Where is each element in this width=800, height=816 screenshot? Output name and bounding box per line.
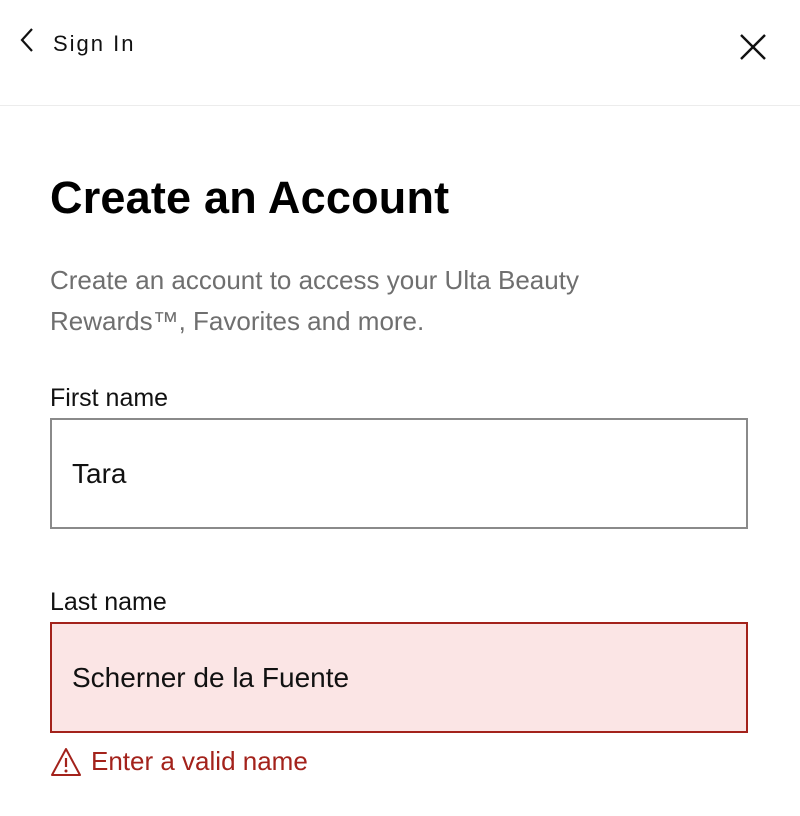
- first-name-field[interactable]: [50, 418, 748, 529]
- page-title: Create an Account: [50, 172, 450, 223]
- warning-icon: [50, 747, 82, 777]
- close-icon: [739, 33, 767, 61]
- last-name-error-message: Enter a valid name: [50, 746, 308, 777]
- back-button-label: Sign In: [53, 31, 136, 56]
- back-to-sign-in-button[interactable]: Sign In: [12, 22, 136, 66]
- last-name-label: Last name: [50, 588, 167, 616]
- first-name-label: First name: [50, 384, 169, 412]
- page-subtitle: Create an account to access your Ulta Be…: [50, 265, 579, 336]
- error-text: Enter a valid name: [91, 746, 308, 776]
- chevron-left-icon: [12, 20, 42, 60]
- create-account-page: Sign In Create an Account Create an acco…: [0, 0, 800, 816]
- header: Sign In: [0, 0, 800, 106]
- close-button[interactable]: [732, 28, 774, 66]
- last-name-field[interactable]: [50, 622, 748, 733]
